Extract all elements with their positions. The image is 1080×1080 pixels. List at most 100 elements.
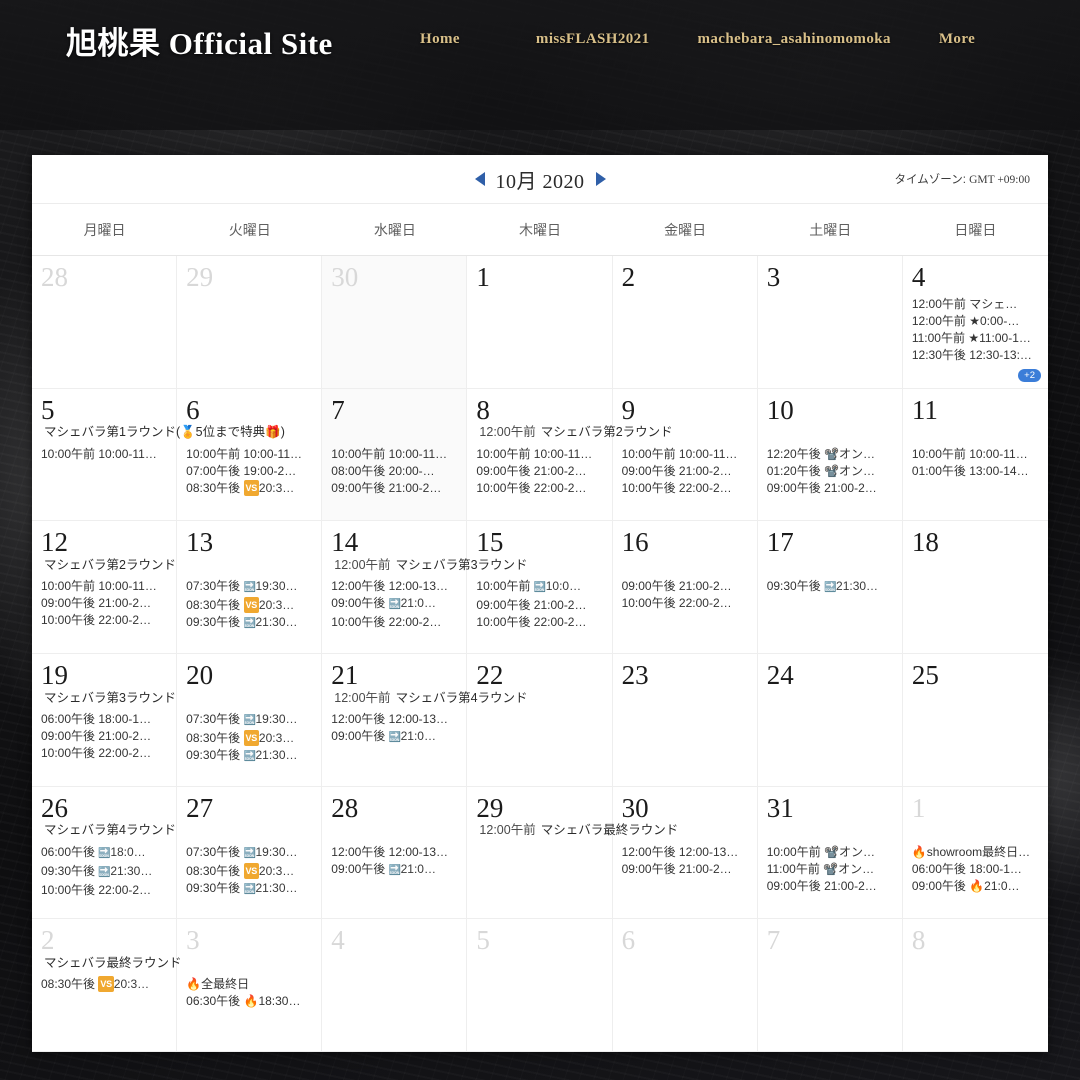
calendar-event[interactable]: 08:30午後 VS 20:3… [186, 479, 314, 496]
calendar-event[interactable]: 12:00午後 12:00-13… [331, 711, 459, 727]
multi-day-event-banner[interactable]: マシェバラ第3ラウンド [40, 688, 318, 705]
calendar-event[interactable]: 09:00午後 🔥21:0… [912, 878, 1041, 894]
calendar-event[interactable]: 10:00午前 📽️オン… [767, 844, 895, 860]
multi-day-event-banner[interactable]: 12:00午前 マシェバラ第3ラウンド [330, 555, 608, 572]
calendar-day-cell[interactable]: 30 12:00午後 12:00-13… 09:00午後 21:00-2… [612, 786, 758, 920]
calendar-event[interactable]: 06:00午後 🔜18:0… [41, 844, 169, 862]
calendar-event[interactable]: 🔥showroom最終日… [912, 844, 1041, 860]
calendar-day-cell[interactable]: 10 12:20午後 📽️オン… 01:20午後 📽️オン… 09:00午後 21:0… [757, 388, 903, 522]
calendar-event[interactable]: 10:00午前 10:00-11… [331, 446, 459, 462]
calendar-day-cell[interactable]: 3 [757, 256, 903, 389]
calendar-day-cell[interactable]: 2 [612, 256, 758, 389]
calendar-day-cell[interactable]: 15 10:00午前 🔜10:0… 09:00午後 21:00-2… 10:00午後 … [467, 521, 613, 654]
calendar-event[interactable]: 12:00午前 マシェ… [912, 296, 1041, 312]
calendar-day-cell[interactable]: 17 09:30午後 🔜21:30… [757, 521, 903, 654]
multi-day-event-banner[interactable]: 12:00午前 マシェバラ第2ラウンド [475, 422, 753, 439]
nav-item-machebara[interactable]: machebara_asahinomomoka [697, 31, 890, 48]
calendar-day-cell[interactable]: 24 [757, 654, 903, 787]
calendar-day-cell[interactable]: 11 10:00午前 10:00-11… 01:00午後 13:00-14… [902, 388, 1048, 522]
calendar-event[interactable]: 09:00午後 21:00-2… [767, 878, 895, 894]
calendar-day-cell[interactable]: 7 [757, 919, 903, 1052]
calendar-event[interactable]: 10:00午前 10:00-11… [476, 446, 604, 462]
calendar-event[interactable]: 09:30午後 🔜21:30… [767, 578, 895, 596]
calendar-event[interactable]: 09:00午後 21:00-2… [476, 597, 604, 613]
calendar-day-cell[interactable]: 5 [467, 919, 613, 1052]
calendar-day-cell[interactable]: 9 10:00午前 10:00-11… 09:00午後 21:00-2… 10:00午… [612, 388, 758, 522]
calendar-day-cell[interactable]: 8 10:00午前 10:00-11… 09:00午後 21:00-2… 10:00午… [467, 388, 613, 522]
calendar-day-cell[interactable]: 19 06:00午後 18:00-1… 09:00午後 21:00-2… 10:00午… [32, 654, 178, 787]
calendar-day-cell[interactable]: 26 06:00午後 🔜18:0… 09:30午後 🔜21:30… 10:00午後 2… [32, 786, 178, 920]
calendar-event[interactable]: 10:00午前 10:00-11… [41, 578, 169, 594]
calendar-event[interactable]: 09:00午後 21:00-2… [41, 595, 169, 611]
calendar-event[interactable]: 07:30午後 🔜19:30… [186, 844, 314, 862]
calendar-day-cell[interactable]: 3 🔥全最終日 06:30午後 🔥18:30… [177, 919, 323, 1052]
calendar-event[interactable]: 09:00午後 🔜21:0… [331, 861, 459, 879]
calendar-day-cell[interactable]: 14 12:00午後 12:00-13… 09:00午後 🔜21:0… 10:00午後… [322, 521, 468, 654]
calendar-day-cell[interactable]: 28 [32, 256, 178, 389]
calendar-event[interactable]: 10:00午前 10:00-11… [912, 446, 1041, 462]
calendar-event[interactable]: 09:00午後 21:00-2… [476, 463, 604, 479]
calendar-day-cell[interactable]: 8 [902, 919, 1048, 1052]
calendar-day-cell[interactable]: 4 12:00午前 マシェ… 12:00午前 ★0:00-… 11:00午前 ★11:… [902, 256, 1048, 389]
multi-day-event-banner[interactable]: 12:00午前 マシェバラ最終ラウンド [475, 820, 753, 837]
calendar-day-cell[interactable]: 1 🔥showroom最終日… 06:00午後 18:00-1… 09:00午後 🔥2… [902, 786, 1048, 920]
calendar-day-cell[interactable]: 23 [612, 654, 758, 787]
calendar-event[interactable]: 10:00午前 10:00-11… [622, 446, 750, 462]
calendar-event[interactable]: 10:00午後 22:00-2… [476, 614, 604, 630]
calendar-day-cell[interactable]: 5 10:00午前 10:00-11… [32, 388, 178, 522]
calendar-event[interactable]: 12:20午後 📽️オン… [767, 446, 895, 462]
calendar-event[interactable]: 10:00午後 22:00-2… [622, 480, 750, 496]
calendar-event[interactable]: 08:30午後 VS 20:3… [186, 597, 314, 614]
nav-item-more[interactable]: More [939, 31, 975, 48]
calendar-event[interactable]: 09:00午後 🔜21:0… [331, 728, 459, 746]
calendar-event[interactable]: 06:30午後 🔥18:30… [186, 993, 314, 1009]
calendar-event[interactable]: 09:00午後 🔜21:0… [331, 595, 459, 613]
calendar-event[interactable]: 12:00午後 12:00-13… [622, 844, 750, 860]
triangle-right-icon[interactable] [595, 172, 606, 186]
calendar-event[interactable]: 12:00午後 12:00-13… [331, 844, 459, 860]
calendar-event[interactable]: 01:00午後 13:00-14… [912, 463, 1041, 479]
calendar-event[interactable]: 09:30午後 🔜21:30… [186, 747, 314, 765]
calendar-day-cell[interactable]: 16 09:00午後 21:00-2… 10:00午後 22:00-2… [612, 521, 758, 654]
calendar-day-cell[interactable]: 18 [902, 521, 1048, 654]
calendar-day-cell[interactable]: 21 12:00午後 12:00-13… 09:00午後 🔜21:0… [322, 654, 468, 787]
calendar-day-cell[interactable]: 31 10:00午前 📽️オン… 11:00午前 📽️オン… 09:00午後 21:0… [757, 786, 903, 920]
calendar-event[interactable]: 09:00午後 21:00-2… [41, 728, 169, 744]
multi-day-event-banner[interactable]: マシェバラ第2ラウンド [40, 555, 318, 572]
calendar-day-cell[interactable]: 6 10:00午前 10:00-11… 07:00午後 19:00-2… 08:30午… [177, 388, 323, 522]
calendar-event[interactable]: 09:00午後 21:00-2… [622, 861, 750, 877]
calendar-event[interactable]: 09:00午後 21:00-2… [767, 480, 895, 496]
calendar-day-cell[interactable]: 27 07:30午後 🔜19:30… 08:30午後 VS 20:3… 09:30午後 … [177, 786, 323, 920]
more-events-badge[interactable]: +2 [1018, 368, 1041, 382]
calendar-event[interactable]: 10:00午後 22:00-2… [476, 480, 604, 496]
calendar-event[interactable]: 10:00午前 10:00-11… [41, 446, 169, 462]
calendar-day-cell[interactable]: 2 08:30午後 VS 20:3… [32, 919, 178, 1052]
multi-day-event-banner[interactable]: マシェバラ最終ラウンド [40, 953, 318, 970]
calendar-event[interactable]: 08:30午後 VS 20:3… [186, 730, 314, 746]
calendar-day-cell[interactable]: 25 [902, 654, 1048, 787]
calendar-event[interactable]: 09:30午後 🔜21:30… [41, 863, 169, 881]
calendar-day-cell[interactable]: 28 12:00午後 12:00-13… 09:00午後 🔜21:0… [322, 786, 468, 920]
calendar-day-cell[interactable]: 22 [467, 654, 613, 787]
triangle-left-icon[interactable] [474, 172, 485, 186]
calendar-event[interactable]: 10:00午前 10:00-11… [186, 446, 314, 462]
calendar-event[interactable]: 12:00午前 ★0:00-… [912, 313, 1041, 329]
calendar-event[interactable]: 10:00午後 22:00-2… [622, 595, 750, 611]
calendar-day-cell[interactable]: 12 10:00午前 10:00-11… 09:00午後 21:00-2… 10:00… [32, 521, 178, 654]
calendar-event[interactable]: 10:00午前 🔜10:0… [476, 578, 604, 596]
calendar-event[interactable]: 11:00午前 ★11:00-1… [912, 330, 1041, 346]
calendar-day-cell[interactable]: 6 [612, 919, 758, 1052]
calendar-event[interactable]: 09:00午後 21:00-2… [622, 578, 750, 594]
multi-day-event-banner[interactable]: マシェバラ第1ラウンド(🏅5位まで特典🎁) [40, 422, 318, 439]
calendar-day-cell[interactable]: 20 07:30午後 🔜19:30… 08:30午後 VS 20:3… 09:30午後 … [177, 654, 323, 787]
calendar-event[interactable]: 08:30午後 VS 20:3… [41, 976, 169, 993]
nav-item-missflash2021[interactable]: missFLASH2021 [536, 31, 650, 48]
calendar-event[interactable]: 07:30午後 🔜19:30… [186, 578, 314, 596]
calendar-event[interactable]: 10:00午後 22:00-2… [331, 614, 459, 630]
calendar-event[interactable]: 12:00午後 12:00-13… [331, 578, 459, 594]
calendar-event[interactable]: 07:30午後 🔜19:30… [186, 711, 314, 729]
calendar-event[interactable]: 01:20午後 📽️オン… [767, 463, 895, 479]
calendar-event[interactable]: 12:30午後 12:30-13:… [912, 347, 1041, 363]
calendar-event[interactable]: 07:00午後 19:00-2… [186, 463, 314, 479]
calendar-day-cell[interactable]: 4 [322, 919, 468, 1052]
